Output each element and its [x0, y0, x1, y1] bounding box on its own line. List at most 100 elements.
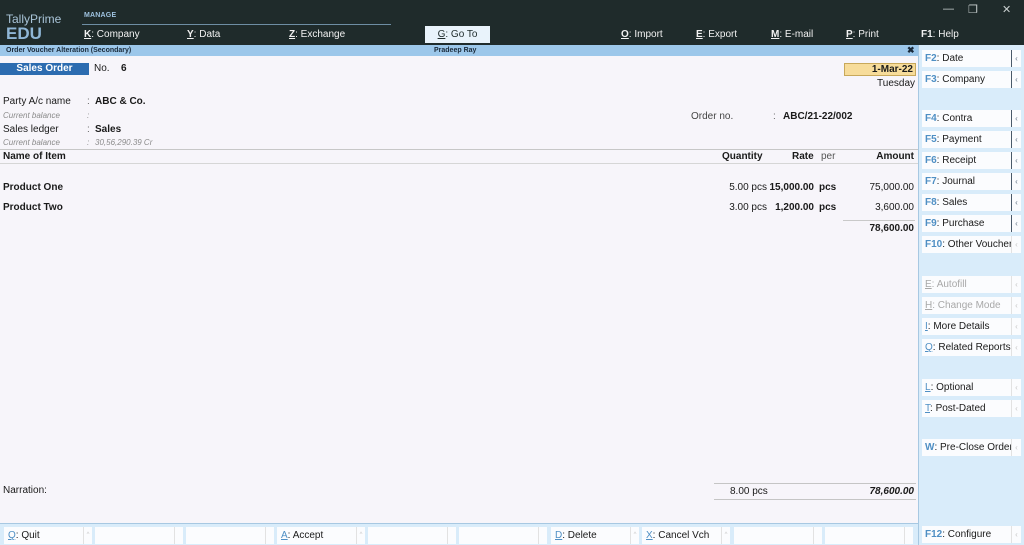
- manage-label: MANAGE: [84, 12, 117, 19]
- btn-related-reports[interactable]: Q: Related Reports ‹: [922, 339, 1022, 356]
- header-rate: Rate: [792, 151, 814, 162]
- btn-empty-slot: [459, 527, 547, 544]
- header-quantity: Quantity: [722, 151, 763, 162]
- item-quantity: 5.00 pcs: [729, 182, 767, 193]
- table-row[interactable]: Product One 5.00 pcs 15,000.00 pcs 75,00…: [0, 182, 918, 196]
- btn-contra[interactable]: F4: Contra ‹: [922, 110, 1022, 127]
- btn-empty-slot: [186, 527, 274, 544]
- slot-divider: [904, 527, 913, 544]
- btn-quit[interactable]: Q: Quit ^: [4, 527, 92, 544]
- header-amount: Amount: [876, 151, 914, 162]
- menu-help[interactable]: F1: Help: [921, 29, 959, 40]
- total-divider-top: [714, 483, 916, 484]
- right-button-panel: F2: Date ‹ F3: Company ‹ F4: Contra ‹ F5: P…: [918, 45, 1024, 545]
- btn-receipt[interactable]: F6: Receipt ‹: [922, 152, 1022, 169]
- item-name: Product One: [3, 182, 64, 193]
- restore-icon[interactable]: ❐: [968, 3, 978, 16]
- btn-configure[interactable]: F12: Configure ‹: [922, 526, 1022, 543]
- colon: :: [87, 96, 90, 107]
- table-header: Name of Item Quantity Rate per Amount: [0, 149, 918, 164]
- item-rate: 1,200.00: [775, 202, 814, 213]
- btn-optional[interactable]: L: Optional ‹: [922, 379, 1022, 396]
- btn-purchase[interactable]: F9: Purchase ‹: [922, 215, 1022, 232]
- btn-payment[interactable]: F5: Payment ‹: [922, 131, 1022, 148]
- order-no-value[interactable]: ABC/21-22/002: [783, 111, 852, 122]
- chevron-left-icon: ‹: [1011, 50, 1021, 67]
- menu-data[interactable]: Y: Data: [187, 29, 220, 40]
- chevron-up-icon: ^: [356, 527, 365, 544]
- ledger-balance-value: 30,56,290.39 Cr: [95, 138, 153, 147]
- chevron-up-icon: ^: [630, 527, 639, 544]
- item-quantity: 3.00 pcs: [729, 202, 767, 213]
- slot-divider: [447, 527, 456, 544]
- item-rate: 15,000.00: [769, 182, 815, 193]
- btn-company[interactable]: F3: Company ‹: [922, 71, 1022, 88]
- ledger-value[interactable]: Sales: [95, 124, 121, 135]
- item-amount: 75,000.00: [869, 182, 915, 193]
- total-divider-bottom: [714, 499, 916, 500]
- total-amount: 78,600.00: [869, 486, 915, 497]
- btn-empty-slot: [825, 527, 913, 544]
- header-per: per: [821, 151, 836, 162]
- subtotal-amount: 78,600.00: [869, 223, 915, 234]
- menu-export[interactable]: E: Export: [696, 29, 737, 40]
- btn-autofill[interactable]: E: Autofill ‹: [922, 276, 1022, 293]
- total-quantity: 8.00 pcs: [730, 486, 768, 497]
- title-strip: Order Voucher Alteration (Secondary) Pra…: [0, 45, 918, 56]
- brand-edition: EDU: [6, 24, 42, 43]
- chevron-left-icon: ‹: [1011, 173, 1021, 190]
- chevron-left-icon: ‹: [1011, 400, 1021, 417]
- ledger-label: Sales ledger: [3, 124, 59, 135]
- party-value[interactable]: ABC & Co.: [95, 96, 146, 107]
- btn-post-dated[interactable]: T: Post-Dated ‹: [922, 400, 1022, 417]
- chevron-left-icon: ‹: [1011, 379, 1021, 396]
- btn-sales[interactable]: F8: Sales ‹: [922, 194, 1022, 211]
- menu-email[interactable]: M: E-mail: [771, 29, 813, 40]
- table-row[interactable]: Product Two 3.00 pcs 1,200.00 pcs 3,600.…: [0, 202, 918, 216]
- slot-divider: [538, 527, 547, 544]
- btn-date[interactable]: F2: Date ‹: [922, 50, 1022, 67]
- close-screen-icon[interactable]: ✖: [907, 45, 915, 56]
- voucher-no-value[interactable]: 6: [121, 63, 127, 74]
- btn-empty-slot: [734, 527, 822, 544]
- manage-divider: [82, 24, 391, 25]
- ledger-balance-label: Current balance: [3, 138, 60, 147]
- slot-divider: [174, 527, 183, 544]
- voucher-type[interactable]: Sales Order: [0, 63, 89, 75]
- slot-divider: [265, 527, 274, 544]
- btn-accept[interactable]: A: Accept ^: [277, 527, 365, 544]
- item-name: Product Two: [3, 202, 63, 213]
- chevron-left-icon: ‹: [1011, 526, 1021, 543]
- colon: :: [87, 111, 90, 120]
- chevron-left-icon: ‹: [1011, 131, 1021, 148]
- btn-delete[interactable]: D: Delete ^: [551, 527, 639, 544]
- menu-exchange[interactable]: Z: Exchange: [289, 29, 345, 40]
- top-bar: TallyPrime EDU MANAGE K: Company Y: Data…: [0, 0, 1024, 45]
- colon: :: [87, 124, 90, 135]
- chevron-up-icon: ^: [721, 527, 730, 544]
- item-per: pcs: [819, 202, 837, 213]
- btn-change-mode[interactable]: H: Change Mode ‹: [922, 297, 1022, 314]
- menu-company[interactable]: K: Company: [84, 29, 140, 40]
- menu-import[interactable]: O: Import: [621, 29, 663, 40]
- chevron-left-icon: ‹: [1011, 215, 1021, 232]
- btn-more-details[interactable]: I: More Details ‹: [922, 318, 1022, 335]
- chevron-left-icon: ‹: [1011, 439, 1021, 456]
- narration-label[interactable]: Narration:: [3, 485, 47, 496]
- item-amount: 3,600.00: [875, 202, 914, 213]
- close-window-icon[interactable]: ✕: [1002, 3, 1011, 16]
- company-name: Pradeep Ray: [434, 47, 477, 54]
- chevron-left-icon: ‹: [1011, 110, 1021, 127]
- bottom-button-bar: Q: Quit ^ A: Accept ^ D: Delete ^ X: Cancel…: [0, 523, 918, 545]
- menu-go-to[interactable]: G: Go To: [425, 26, 490, 43]
- minimize-icon[interactable]: —: [943, 3, 954, 15]
- header-item: Name of Item: [3, 151, 66, 162]
- btn-cancel-voucher[interactable]: X: Cancel Vch ^: [642, 527, 730, 544]
- btn-journal[interactable]: F7: Journal ‹: [922, 173, 1022, 190]
- menu-print[interactable]: P: Print: [846, 29, 879, 40]
- party-balance-label: Current balance: [3, 111, 60, 120]
- btn-pre-close-order[interactable]: W: Pre-Close Order ‹: [922, 439, 1022, 456]
- btn-other-vouchers[interactable]: F10: Other Vouchers ‹: [922, 236, 1022, 253]
- voucher-date[interactable]: 1-Mar-22: [844, 63, 916, 76]
- screen-title: Order Voucher Alteration (Secondary): [6, 47, 132, 54]
